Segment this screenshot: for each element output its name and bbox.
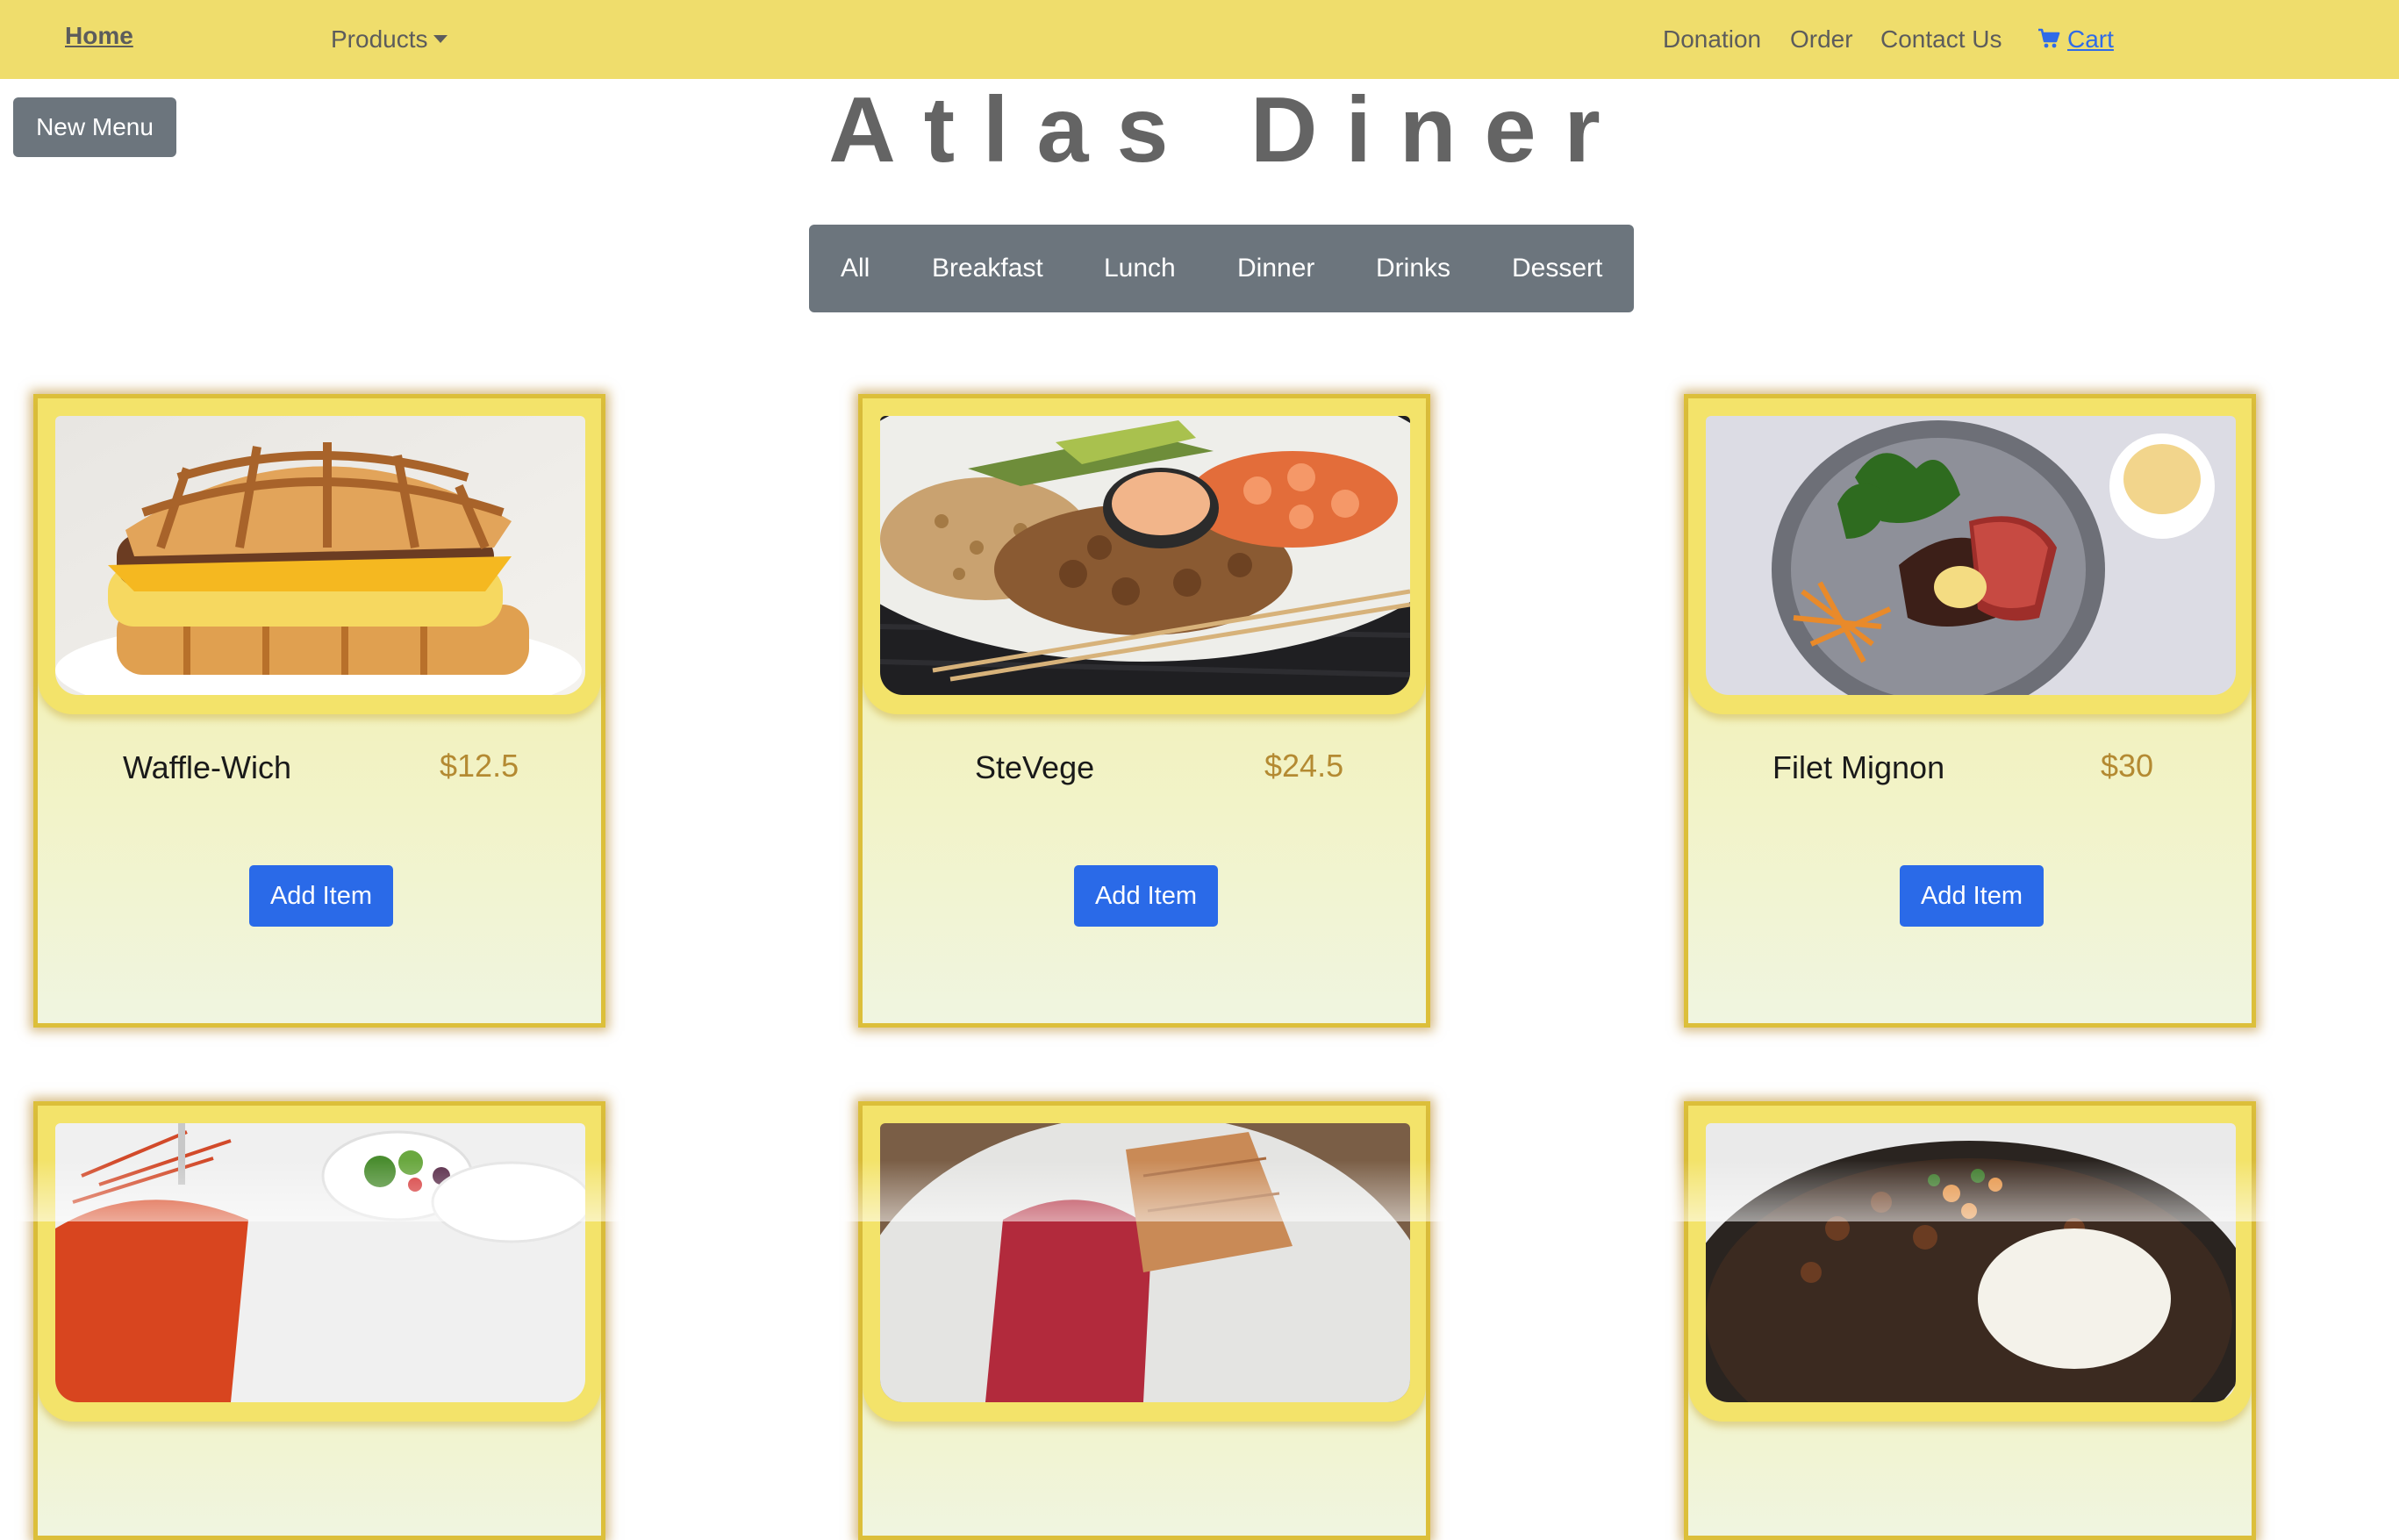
waffle-sandwich-image [55, 416, 585, 695]
filter-lunch[interactable]: Lunch [1104, 225, 1176, 312]
nav-contact-link[interactable]: Contact Us [1880, 0, 2002, 79]
menu-card: Filet Mignon $30 Add Item [1684, 394, 2256, 1028]
rice-bowl-image [1706, 1123, 2236, 1402]
card-image-frame [863, 1106, 1426, 1422]
item-name: Waffle-Wich [123, 749, 292, 785]
item-price: $30 [2101, 748, 2154, 784]
filter-dessert[interactable]: Dessert [1512, 225, 1602, 312]
card-image-frame [863, 398, 1426, 714]
menu-card [1684, 1101, 2256, 1540]
top-navbar: Home Products Donation Order Contact Us … [0, 0, 2399, 79]
menu-card: Waffle-Wich $12.5 Add Item [33, 394, 605, 1028]
nav-cart-link[interactable]: Cart [2037, 0, 2114, 79]
filter-dinner[interactable]: Dinner [1237, 225, 1314, 312]
item-name: Filet Mignon [1772, 749, 1945, 785]
nav-donation-link[interactable]: Donation [1663, 0, 1761, 79]
nav-products-label: Products [331, 25, 428, 53]
item-price: $24.5 [1264, 748, 1344, 784]
hibachi-plate-image [880, 416, 1410, 695]
item-price: $12.5 [440, 748, 519, 784]
add-item-button[interactable]: Add Item [249, 865, 393, 927]
category-filter-bar: All Breakfast Lunch Dinner Drinks Desser… [809, 225, 1634, 312]
crepe-plate-image [880, 1123, 1410, 1402]
caret-down-icon [433, 35, 448, 44]
filter-drinks[interactable]: Drinks [1376, 225, 1450, 312]
menu-card: SteVege $24.5 Add Item [858, 394, 1430, 1028]
lobster-plate-image [55, 1123, 585, 1402]
filter-breakfast[interactable]: Breakfast [932, 225, 1043, 312]
steak-plate-image [1706, 416, 2236, 695]
card-image-frame [38, 1106, 601, 1422]
menu-card [33, 1101, 605, 1540]
filter-all[interactable]: All [841, 225, 870, 312]
cart-label: Cart [2067, 25, 2114, 53]
card-image-frame [1688, 398, 2252, 714]
nav-products-dropdown[interactable]: Products [331, 0, 448, 79]
cart-icon [2038, 28, 2060, 48]
site-title: Atlas Diner [828, 78, 1629, 182]
menu-card [858, 1101, 1430, 1540]
nav-order-link[interactable]: Order [1790, 0, 1853, 79]
card-image-frame [1688, 1106, 2252, 1422]
nav-home-link[interactable]: Home [65, 0, 133, 75]
card-image-frame [38, 398, 601, 714]
item-name: SteVege [975, 749, 1095, 785]
add-item-button[interactable]: Add Item [1900, 865, 2044, 927]
add-item-button[interactable]: Add Item [1074, 865, 1218, 927]
